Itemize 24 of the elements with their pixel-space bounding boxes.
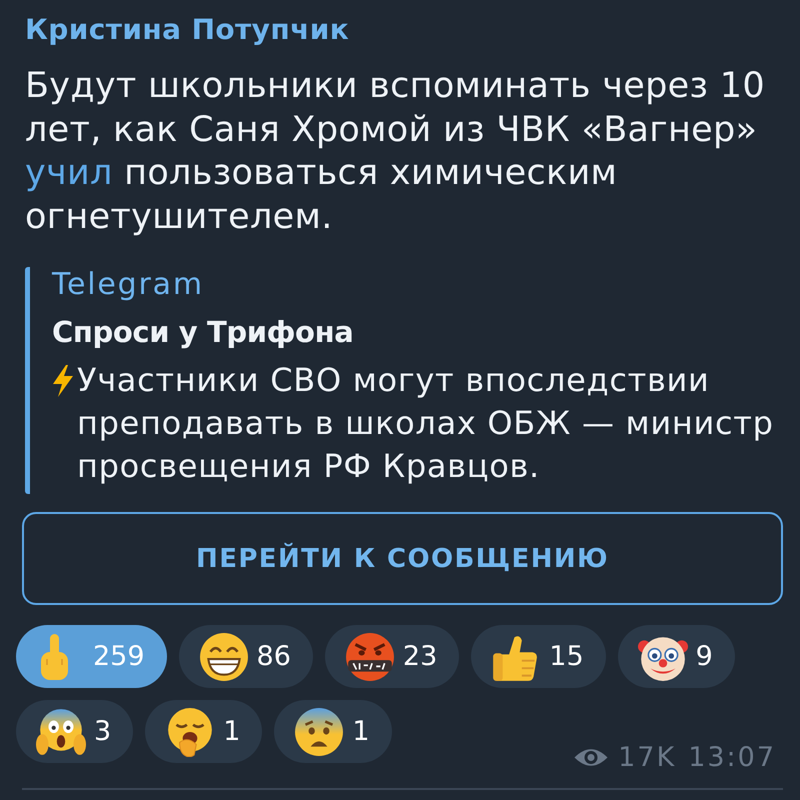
- reaction-button[interactable]: 15: [471, 625, 606, 688]
- message-text: Будут школьники вспоминать через 10 лет, как Саня Хромой из ЧВК «Вагнер» учил пользоваться химическим огнетушителем.: [25, 65, 766, 238]
- reaction-button[interactable]: 1: [145, 700, 262, 763]
- message-time: 13:07: [688, 742, 776, 773]
- fearful-face-icon: [294, 706, 344, 756]
- reaction-button[interactable]: 86: [178, 625, 313, 688]
- reaction-button[interactable]: 1: [274, 700, 392, 763]
- quote-title: Спроси у Трифона: [52, 314, 354, 350]
- sender-name[interactable]: Кристина Потупчик: [25, 12, 783, 48]
- reaction-button[interactable]: 3: [16, 700, 134, 763]
- quote-source: Telegram: [52, 267, 205, 303]
- go-to-message-button[interactable]: ПЕРЕЙТИ К СООБЩЕНИЮ: [22, 512, 783, 605]
- reaction-button[interactable]: 23: [324, 625, 460, 688]
- grinning-face-icon: [198, 632, 249, 682]
- link[interactable]: учил: [25, 153, 113, 193]
- middle-finger-icon: [40, 632, 70, 682]
- forwarded-quote[interactable]: Telegram Спроси у Трифона Участники СВО могут впоследствии преподавать в школах ОБЖ — министр просвещения РФ Кравцов.: [25, 267, 783, 494]
- cursing-face-icon: [344, 632, 395, 682]
- view-count: 17K: [618, 742, 676, 773]
- screaming-face-icon: [36, 706, 86, 756]
- quote-text: Участники СВО могут впоследствии преподавать в школах ОБЖ — министр просвещения РФ Кравцов.: [77, 360, 775, 487]
- reaction-button[interactable]: 9: [618, 625, 735, 688]
- lightning-icon: [52, 365, 74, 397]
- eye-icon: [574, 747, 608, 768]
